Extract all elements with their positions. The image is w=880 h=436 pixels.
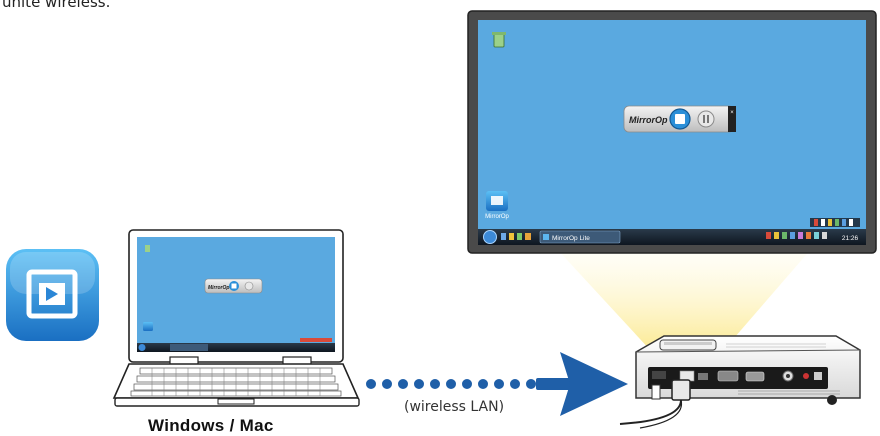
mirrorop-app-icon (6, 249, 99, 341)
connection-label: (wireless LAN) (404, 399, 505, 415)
svg-text:×: × (730, 110, 734, 116)
pause-icon (697, 110, 715, 128)
wireless-arrow (536, 352, 628, 416)
svg-text:MirrorOp: MirrorOp (485, 214, 509, 220)
svg-text:MirrorOp: MirrorOp (208, 285, 229, 291)
laptop: MirrorOp (112, 229, 360, 407)
start-orb-icon (483, 230, 497, 244)
recycle-bin-icon (492, 32, 506, 48)
mirrorop-control-bar: MirrorOp × (623, 105, 736, 133)
projected-screen: MirrorOp MirrorOp × MirrorOp Lite 21:26 (467, 10, 877, 254)
play-icon (669, 108, 691, 130)
taskbar-clock: 21:26 (842, 235, 859, 242)
svg-text:MirrorOp: MirrorOp (629, 115, 668, 125)
projector (619, 335, 861, 429)
illustration: MirrorOp MirrorOp × MirrorOp Lite 21:26 … (6, 10, 877, 429)
language-bar (810, 218, 860, 227)
taskbar-window-label: MirrorOp Lite (552, 235, 590, 242)
device-label: Windows / Mac (148, 416, 274, 435)
wireless-dotted-line (366, 379, 536, 389)
laptop-mirrorop-bar: MirrorOp (204, 278, 263, 294)
mirrorop-desktop-icon: MirrorOp (485, 191, 509, 220)
